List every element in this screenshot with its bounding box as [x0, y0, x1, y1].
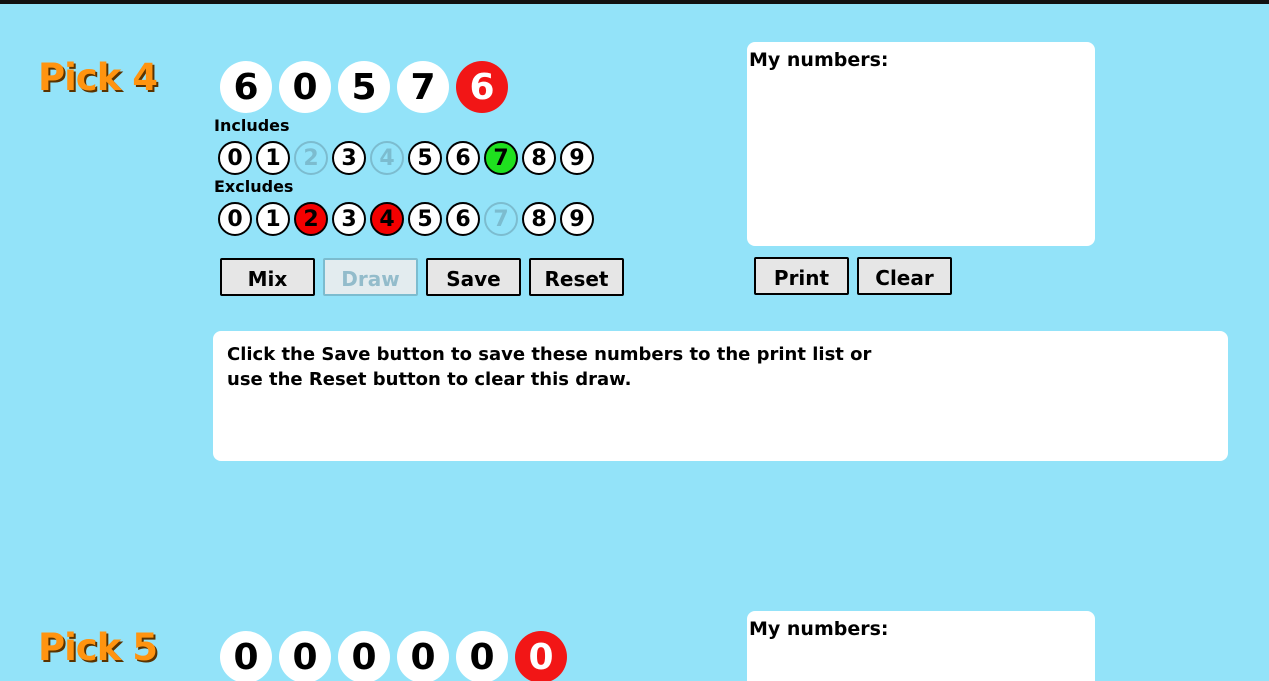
exclude-digit-1[interactable]: 1 [256, 202, 290, 236]
include-digit-7[interactable]: 7 [484, 141, 518, 175]
exclude-digit-5[interactable]: 5 [408, 202, 442, 236]
clear-button[interactable]: Clear [857, 257, 952, 295]
exclude-digit-6[interactable]: 6 [446, 202, 480, 236]
include-digit-1[interactable]: 1 [256, 141, 290, 175]
draw-button[interactable]: Draw [323, 258, 418, 296]
include-digit-6[interactable]: 6 [446, 141, 480, 175]
pick4-bonus-ball: 6 [456, 61, 508, 113]
includes-digit-row: 0123456789 [218, 141, 594, 175]
pick5-title: Pick 5 [38, 626, 158, 669]
pick5-my-numbers-panel[interactable]: My numbers: [747, 611, 1095, 681]
includes-label: Includes [214, 116, 290, 135]
include-digit-4: 4 [370, 141, 404, 175]
pick5-ball: 0 [397, 631, 449, 681]
include-digit-2: 2 [294, 141, 328, 175]
print-button[interactable]: Print [754, 257, 849, 295]
exclude-digit-9[interactable]: 9 [560, 202, 594, 236]
exclude-digit-7: 7 [484, 202, 518, 236]
message-line-2: use the Reset button to clear this draw. [227, 369, 632, 390]
pick5-bonus-ball: 0 [515, 631, 567, 681]
pick5-ball: 0 [220, 631, 272, 681]
my-numbers-label: My numbers: [749, 618, 889, 640]
pick4-title: Pick 4 [38, 56, 158, 99]
pick5-ball-row: 0 0 0 0 0 0 [220, 631, 567, 681]
save-button[interactable]: Save [426, 258, 521, 296]
include-digit-3[interactable]: 3 [332, 141, 366, 175]
pick4-ball: 7 [397, 61, 449, 113]
reset-button[interactable]: Reset [529, 258, 624, 296]
mix-button[interactable]: Mix [220, 258, 315, 296]
pick4-print-buttons: Print Clear [754, 257, 952, 295]
include-digit-8[interactable]: 8 [522, 141, 556, 175]
pick4-my-numbers-panel[interactable]: My numbers: [747, 42, 1095, 246]
pick4-ball: 6 [220, 61, 272, 113]
message-text: Click the Save button to save these numb… [227, 342, 871, 392]
message-line-1: Click the Save button to save these numb… [227, 344, 872, 365]
exclude-digit-3[interactable]: 3 [332, 202, 366, 236]
pick5-ball: 0 [279, 631, 331, 681]
excludes-label: Excludes [214, 177, 294, 196]
pick4-action-buttons: Mix Draw Save Reset [220, 258, 624, 296]
include-digit-5[interactable]: 5 [408, 141, 442, 175]
my-numbers-label: My numbers: [749, 49, 889, 71]
top-border [0, 0, 1269, 4]
exclude-digit-4[interactable]: 4 [370, 202, 404, 236]
pick5-ball: 0 [338, 631, 390, 681]
pick4-ball: 5 [338, 61, 390, 113]
exclude-digit-0[interactable]: 0 [218, 202, 252, 236]
pick4-ball: 0 [279, 61, 331, 113]
exclude-digit-8[interactable]: 8 [522, 202, 556, 236]
include-digit-9[interactable]: 9 [560, 141, 594, 175]
pick5-ball: 0 [456, 631, 508, 681]
lottery-app: Pick 4 6 0 5 7 6 Includes 0123456789 Exc… [0, 0, 1269, 681]
include-digit-0[interactable]: 0 [218, 141, 252, 175]
pick4-message-box: Click the Save button to save these numb… [213, 331, 1228, 461]
exclude-digit-2[interactable]: 2 [294, 202, 328, 236]
excludes-digit-row: 0123456789 [218, 202, 594, 236]
pick4-ball-row: 6 0 5 7 6 [220, 61, 508, 113]
